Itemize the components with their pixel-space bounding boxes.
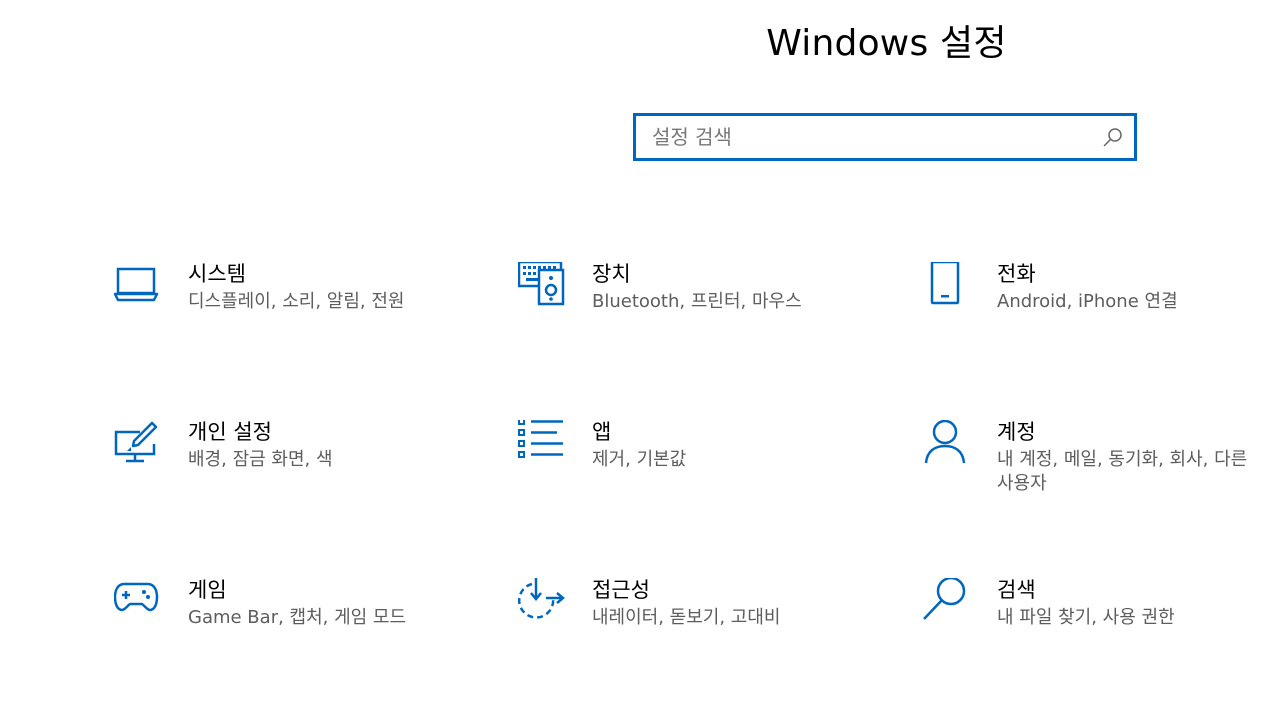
tile-description: 배경, 잠금 화면, 색 [188, 449, 333, 470]
tile-accounts[interactable]: 계정 내 계정, 메일, 동기화, 회사, 다른 사용자 [923, 420, 1263, 510]
tile-title: 앱 [592, 420, 612, 444]
tile-description: 디스플레이, 소리, 알림, 전원 [188, 291, 405, 312]
tile-devices[interactable]: 장치 Bluetooth, 프린터, 마우스 [518, 262, 858, 352]
tile-description: 제거, 기본값 [592, 449, 687, 470]
tile-description: 내레이터, 돋보기, 고대비 [592, 607, 781, 628]
search-icon[interactable] [1102, 126, 1124, 148]
devices-icon [518, 262, 568, 312]
tile-description: 내 계정, 메일, 동기화, 회사, 다른 사용자 [997, 449, 1248, 494]
personalization-icon [114, 420, 164, 470]
page-title: Windows 설정 [766, 23, 1007, 64]
tile-gaming[interactable]: 게임 Game Bar, 캡처, 게임 모드 [114, 578, 454, 668]
tile-title: 계정 [997, 420, 1036, 444]
laptop-icon [114, 262, 164, 312]
search-box[interactable] [633, 113, 1137, 161]
search-icon [923, 578, 973, 628]
tile-description: Android, iPhone 연결 [997, 291, 1178, 312]
tile-title: 검색 [997, 578, 1036, 602]
tile-description: Bluetooth, 프린터, 마우스 [592, 291, 802, 312]
ease-of-access-icon [518, 578, 568, 628]
tile-title: 전화 [997, 262, 1036, 286]
tile-title: 장치 [592, 262, 631, 286]
tile-system[interactable]: 시스템 디스플레이, 소리, 알림, 전원 [114, 262, 454, 352]
apps-list-icon [518, 420, 568, 470]
tile-ease-of-access[interactable]: 접근성 내레이터, 돋보기, 고대비 [518, 578, 858, 668]
tile-title: 시스템 [188, 262, 246, 286]
search-input[interactable] [652, 116, 1092, 158]
tile-apps[interactable]: 앱 제거, 기본값 [518, 420, 858, 510]
gamepad-icon [114, 578, 164, 628]
tile-phone[interactable]: 전화 Android, iPhone 연결 [923, 262, 1263, 352]
tile-title: 개인 설정 [188, 420, 272, 444]
person-icon [923, 420, 973, 470]
tile-title: 게임 [188, 578, 227, 602]
tile-description: Game Bar, 캡처, 게임 모드 [188, 607, 407, 628]
phone-icon [923, 262, 973, 312]
tile-search[interactable]: 검색 내 파일 찾기, 사용 권한 [923, 578, 1263, 668]
tile-personalization[interactable]: 개인 설정 배경, 잠금 화면, 색 [114, 420, 454, 510]
tile-description: 내 파일 찾기, 사용 권한 [997, 607, 1175, 628]
tile-title: 접근성 [592, 578, 650, 602]
